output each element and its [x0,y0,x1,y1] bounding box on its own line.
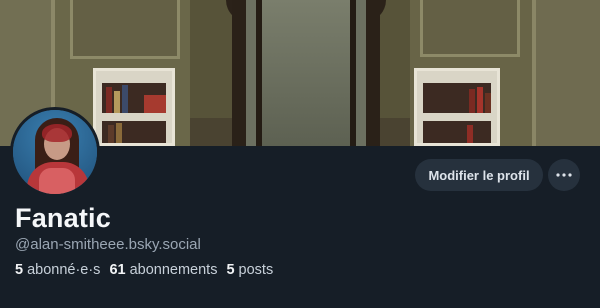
following-count: 61 [109,262,126,278]
following-stat[interactable]: 61 abonnements [109,262,217,278]
banner-mirror [232,0,380,146]
edit-profile-button[interactable]: Modifier le profil [415,159,543,191]
avatar[interactable] [10,107,100,197]
banner-wall-panel-left [70,0,180,59]
ellipsis-icon [556,173,572,177]
following-label: abonnements [129,262,218,278]
more-options-button[interactable] [548,159,580,191]
posts-stat: 5 posts [226,262,273,278]
followers-count: 5 [15,262,24,278]
display-name: Fanatic [15,203,111,233]
profile-handle: @alan-smitheee.bsky.social [15,236,201,253]
banner-wall-panel-right [420,0,520,57]
posts-count: 5 [226,262,235,278]
profile-stats: 5 abonné·e·s 61 abonnements 5 posts [15,262,282,278]
banner-shelf-right [414,68,500,146]
banner-shelf-left [93,68,175,146]
banner-door-right [532,0,600,146]
followers-label: abonné·e·s [27,262,101,278]
followers-stat[interactable]: 5 abonné·e·s [15,262,100,278]
posts-label: posts [238,262,274,278]
